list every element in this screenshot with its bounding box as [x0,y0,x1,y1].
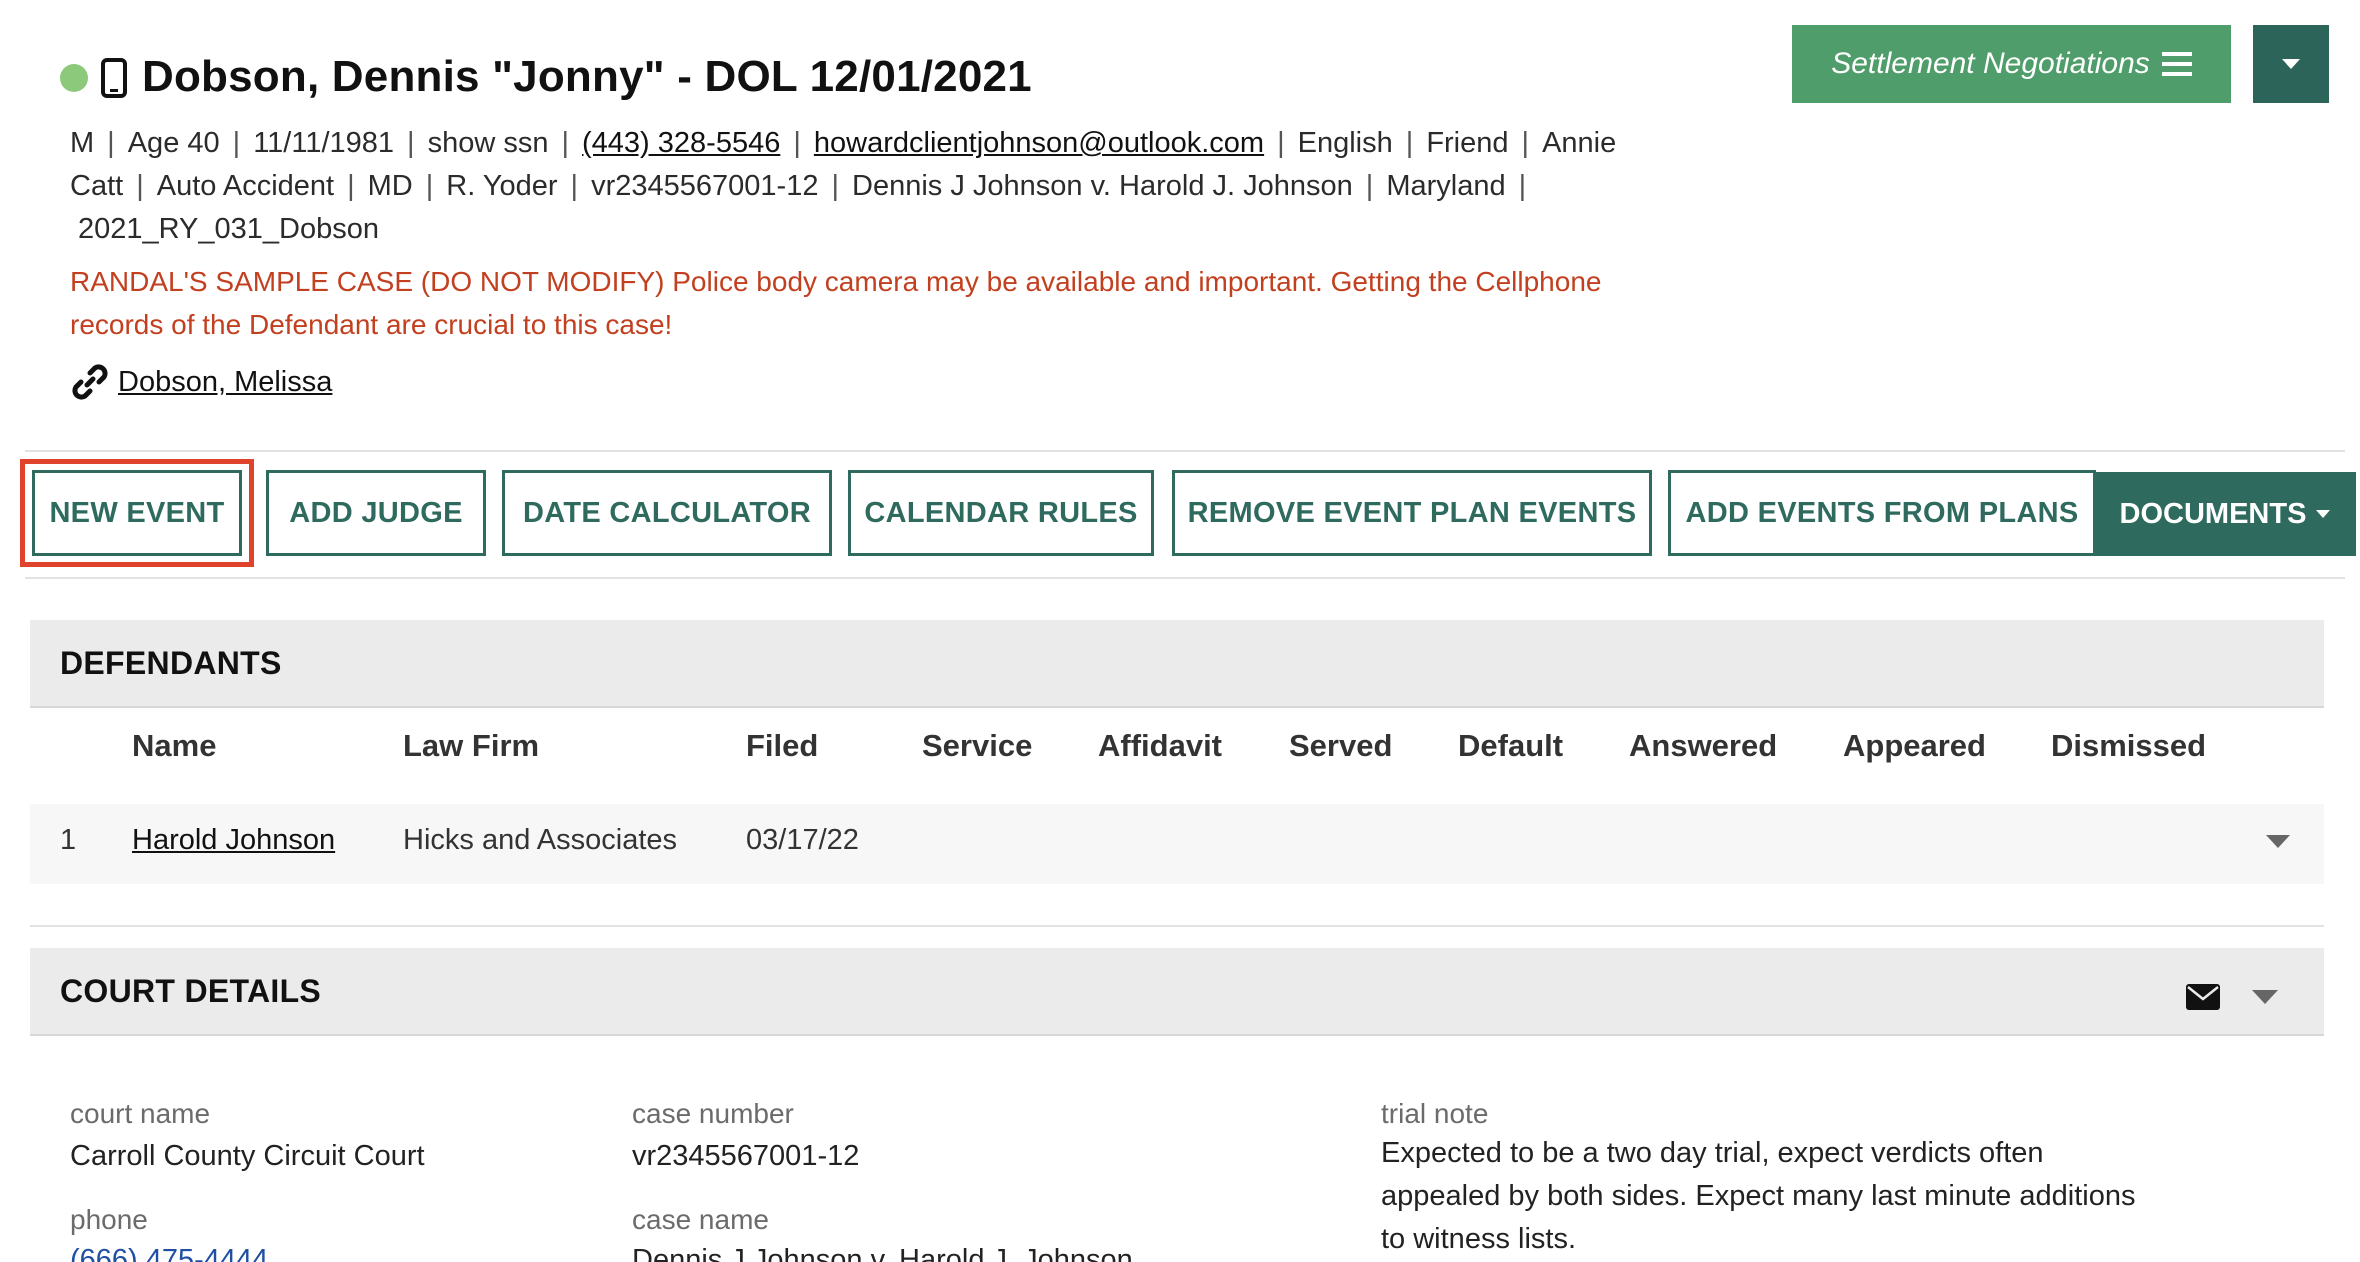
separator: | [407,127,415,159]
calendar-rules-button[interactable]: CALENDAR RULES [848,470,1154,556]
separator: | [107,127,115,159]
separator: | [570,170,579,202]
defendant-filed-date: 03/17/22 [746,824,859,856]
client-email-link[interactable]: howardclientjohnson@outlook.com [814,127,1264,159]
client-jurisdiction: Maryland [1386,170,1506,202]
documents-label: DOCUMENTS [2119,497,2307,530]
mobile-phone-icon [101,58,127,98]
client-case-type: Auto Accident [156,170,335,202]
client-file-code: 2021_RY_031_Dobson [78,213,380,245]
column-header-filed: Filed [746,728,819,763]
column-header-answered: Answered [1629,728,1778,763]
separator: | [1518,170,1527,202]
divider [25,450,2345,452]
client-dob: 11/11/1981 [253,127,395,159]
case-status-dropdown-toggle[interactable] [2253,25,2329,103]
case-status-button[interactable]: Settlement Negotiations [1792,25,2231,103]
documents-dropdown-button[interactable]: DOCUMENTS [2094,472,2356,556]
separator: | [1521,127,1530,159]
column-header-law-firm: Law Firm [403,728,540,763]
client-phone-link[interactable]: (443) 328-5546 [582,127,780,159]
caret-down-icon [2316,510,2331,518]
case-note: RANDAL'S SAMPLE CASE (DO NOT MODIFY) Pol… [70,266,1602,340]
court-name-label: court name [70,1098,211,1129]
court-details-title: COURT DETAILS [60,972,322,1009]
client-gender: M [70,127,95,159]
court-name-value: Carroll County Circuit Court [70,1140,425,1172]
row-index: 1 [60,824,77,856]
defendant-name-link[interactable]: Harold Johnson [132,824,335,857]
column-header-dismissed: Dismissed [2051,728,2207,763]
column-header-default: Default [1458,728,1564,763]
trial-note-value: Expected to be a two day trial, expect v… [1381,1137,2136,1255]
case-name-label: case name [632,1204,769,1235]
case-name-value: Dennis J Johnson v. Harold J. Johnson [632,1244,1133,1262]
status-indicator-dot [60,64,88,92]
court-phone-label: phone [70,1204,148,1235]
court-details-panel-header: COURT DETAILS [30,948,2324,1036]
trial-note-label: trial note [1381,1098,1489,1129]
separator: | [831,170,839,202]
add-judge-button[interactable]: ADD JUDGE [266,470,486,556]
remove-event-plan-events-button[interactable]: REMOVE EVENT PLAN EVENTS [1172,470,1652,556]
chevron-down-icon [2282,59,2300,69]
case-status-label: Settlement Negotiations [1831,47,2150,80]
separator: | [793,127,801,159]
client-title: Dobson, Dennis "Jonny" - DOL 12/01/2021 [142,52,1032,101]
separator: | [1365,170,1374,202]
client-meta: M | Age 40 | 11/11/1981 | show ssn | (443) 328-5… [70,122,1680,251]
client-referral: Friend [1426,127,1509,159]
show-ssn-toggle[interactable]: show ssn [428,127,549,159]
row-expand-icon[interactable] [2266,835,2290,848]
collapse-toggle-icon[interactable] [2252,990,2278,1004]
column-header-service: Service [922,728,1033,763]
case-number-label: case number [632,1098,794,1129]
separator: | [232,127,241,159]
column-header-affidavit: Affidavit [1098,728,1222,763]
column-header-served: Served [1289,728,1393,763]
envelope-icon[interactable] [2186,984,2220,1010]
client-staff: R. Yoder [446,170,558,202]
defendant-law-firm: Hicks and Associates [403,824,678,856]
related-contact-row: Dobson, Melissa [70,360,332,404]
divider [25,577,2345,579]
menu-icon [2161,52,2192,76]
column-header-appeared: Appeared [1843,728,1986,763]
separator: | [1405,127,1414,159]
separator: | [1277,127,1285,159]
related-contact-link[interactable]: Dobson, Melissa [118,366,332,399]
column-header-name: Name [132,728,217,763]
defendants-title: DEFENDANTS [60,644,282,681]
add-events-from-plans-button[interactable]: ADD EVENTS FROM PLANS [1668,470,2096,556]
new-event-button[interactable]: NEW EVENT [32,470,242,556]
client-state: MD [367,170,413,202]
client-age: Age 40 [127,127,220,159]
defendants-panel-header: DEFENDANTS [30,620,2324,708]
separator: | [561,127,570,159]
client-case-number: vr2345567001-12 [591,170,819,202]
case-number-value: vr2345567001-12 [632,1140,860,1172]
court-phone-link[interactable]: (666) 475-4444 [70,1244,268,1262]
separator: | [136,170,144,202]
separator: | [347,170,355,202]
date-calculator-button[interactable]: DATE CALCULATOR [502,470,832,556]
client-case-caption: Dennis J Johnson v. Harold J. Johnson [852,170,1353,202]
chain-link-icon [72,364,108,400]
divider [30,925,2324,927]
client-language: English [1297,127,1393,159]
table-row: 1 Harold Johnson Hicks and Associates 03… [30,804,2324,884]
separator: | [425,170,434,202]
